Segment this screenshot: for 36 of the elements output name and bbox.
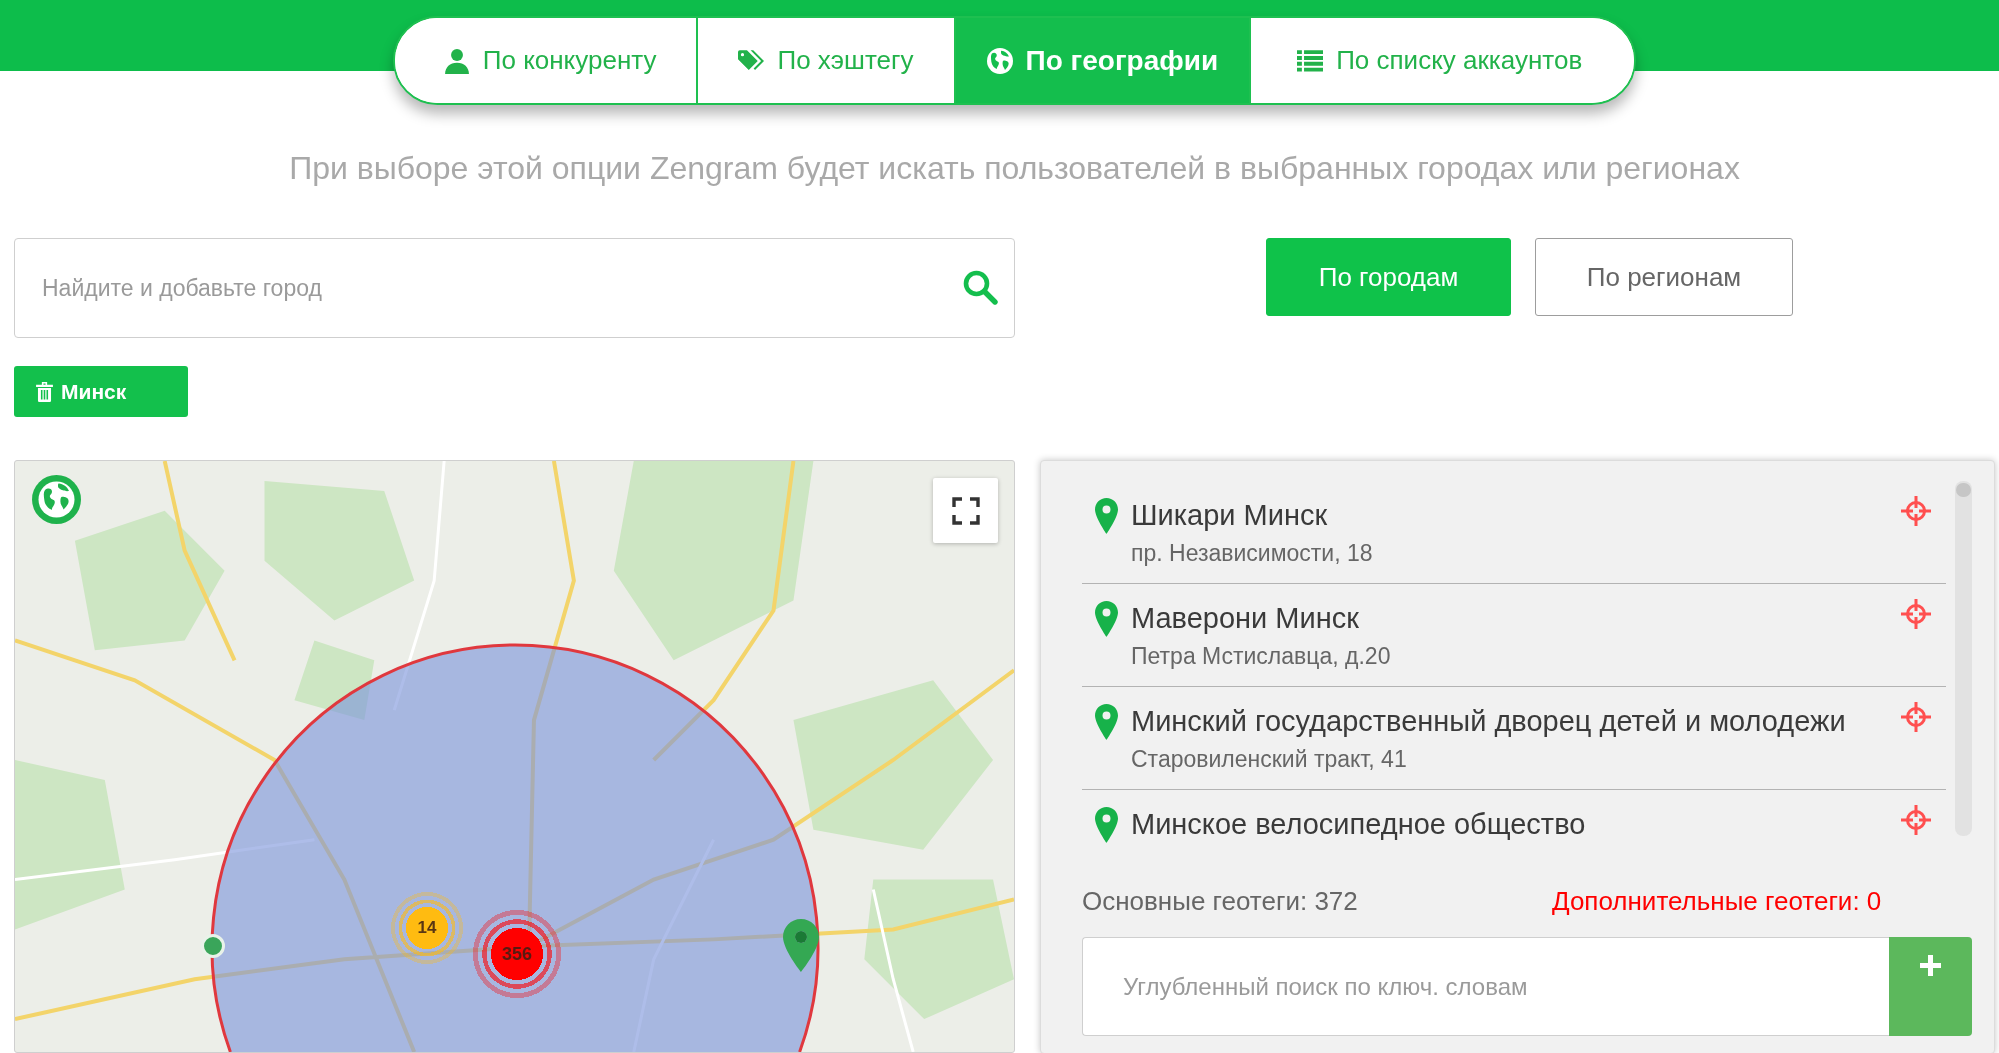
- main-geotags-count: Основные геотеги: 372: [1082, 886, 1359, 916]
- keyword-field[interactable]: Углубленный поиск по ключ. словам: [1082, 937, 1889, 1036]
- place-name[interactable]: Минский государственный дворец детей и молодежи: [1131, 704, 1901, 738]
- map-pin-icon: [1095, 601, 1118, 637]
- crosshair-icon[interactable]: [1901, 805, 1931, 835]
- place-name[interactable]: Шикари Минск: [1131, 498, 1901, 532]
- list-icon: [1297, 47, 1324, 74]
- trash-icon: [36, 381, 53, 402]
- map-pin-icon: [1095, 704, 1118, 740]
- map-pin-icon: [1095, 498, 1118, 534]
- user-icon: [443, 47, 470, 74]
- place-name[interactable]: Маверони Минск: [1131, 601, 1901, 635]
- place-address: Старовиленский тракт, 41: [1131, 745, 1408, 773]
- map-pin-icon: [1095, 807, 1118, 843]
- search-field[interactable]: Найдите и добавьте город: [14, 238, 1015, 338]
- plus-icon: [1920, 955, 1941, 976]
- map-pin-icon[interactable]: [783, 919, 819, 972]
- fullscreen-icon: [951, 496, 980, 525]
- crosshair-icon[interactable]: [1901, 496, 1931, 526]
- scrollbar[interactable]: [1955, 481, 1972, 836]
- search-icon[interactable]: [962, 269, 998, 305]
- crosshair-icon[interactable]: [1901, 702, 1931, 732]
- handle-dot-icon[interactable]: [201, 934, 225, 958]
- globe-icon[interactable]: [32, 475, 81, 524]
- add-button[interactable]: [1889, 937, 1972, 1036]
- place-address: пр. Независимости, 18: [1131, 539, 1374, 567]
- place-name[interactable]: Минское велосипедное общество: [1131, 807, 1901, 841]
- mode-button[interactable]: По регионам: [1535, 238, 1793, 316]
- description-text: При выборе этой опции Zengram будет искать пользователей в выбранных городах или регионах: [288, 150, 1741, 186]
- fullscreen-button[interactable]: [933, 478, 998, 543]
- additional-geotags-count: Дополнительные геотеги: 0: [1552, 886, 1883, 916]
- map-placeholder[interactable]: 14 356: [14, 460, 1015, 1053]
- crosshair-icon[interactable]: [1901, 599, 1931, 629]
- globe-icon: [986, 47, 1013, 74]
- place-address: Петра Мстиславца, д.20: [1131, 642, 1392, 670]
- radius-circle[interactable]: [210, 643, 820, 1052]
